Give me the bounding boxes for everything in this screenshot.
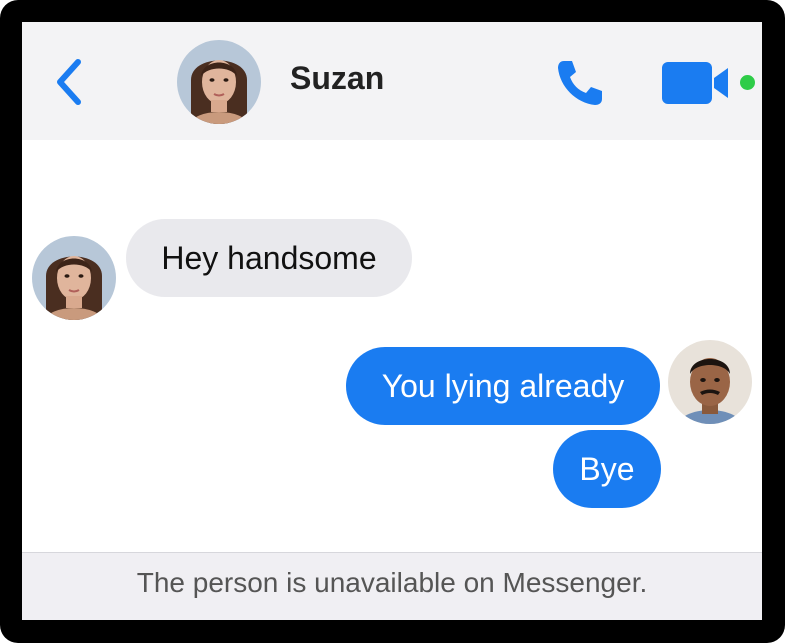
chat-footer: The person is unavailable on Messenger. (22, 552, 762, 620)
chat-header: Suzan (22, 22, 762, 140)
sender-avatar[interactable] (32, 236, 116, 320)
woman-avatar-image (177, 40, 261, 124)
voice-call-button[interactable] (552, 55, 608, 111)
outgoing-message-bubble[interactable]: Bye (553, 430, 661, 508)
back-button[interactable] (50, 56, 90, 108)
phone-frame: Suzan Hey handsome You lying already Bye… (0, 0, 785, 643)
contact-avatar[interactable] (177, 40, 261, 124)
man-avatar-image (668, 340, 752, 424)
woman-avatar-image (32, 236, 116, 320)
outgoing-message-bubble[interactable]: You lying already (346, 347, 660, 425)
video-camera-icon (662, 62, 728, 104)
unavailable-notice: The person is unavailable on Messenger. (136, 567, 648, 598)
messenger-screen: Suzan Hey handsome You lying already Bye… (22, 22, 762, 620)
online-status-dot (740, 75, 755, 90)
video-call-button[interactable] (660, 60, 742, 106)
phone-icon (558, 61, 602, 105)
contact-name[interactable]: Suzan (290, 60, 384, 97)
user-avatar[interactable] (668, 340, 752, 424)
incoming-message-bubble[interactable]: Hey handsome (126, 219, 412, 297)
chevron-left-icon (57, 59, 81, 105)
